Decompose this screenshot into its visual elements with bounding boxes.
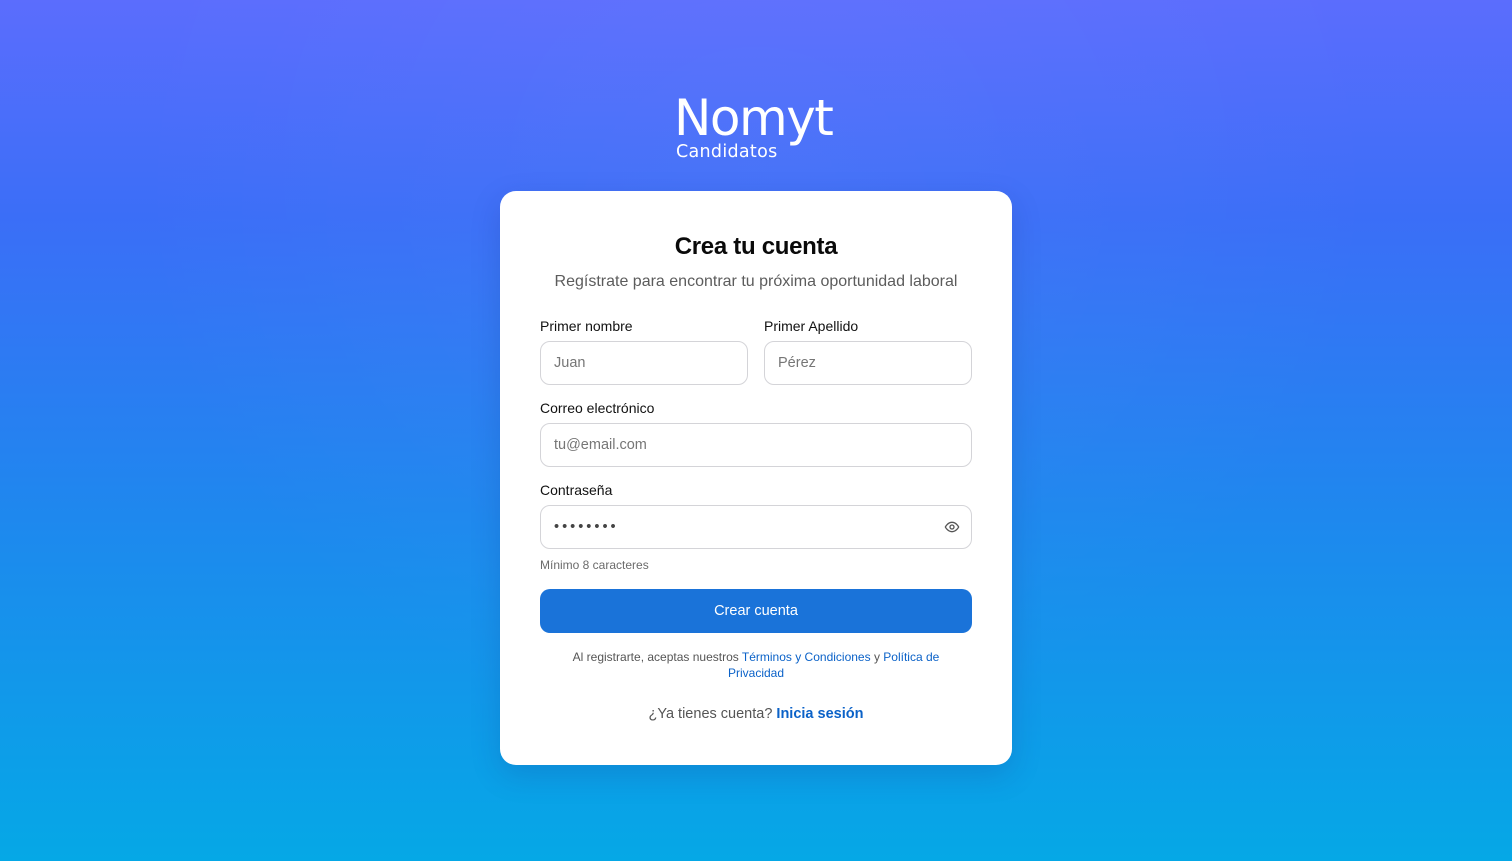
signin-prompt: ¿Ya tienes cuenta? (648, 706, 773, 722)
signup-card: Crea tu cuenta Regístrate para encontrar… (500, 191, 1012, 765)
first-name-input[interactable] (540, 341, 748, 385)
legal-notice: Al registrarte, aceptas nuestros Término… (556, 649, 956, 681)
form-subtitle: Regístrate para encontrar tu próxima opo… (554, 273, 958, 290)
create-account-button[interactable]: Crear cuenta (540, 589, 972, 633)
brand-logo: Nomyt Candidatos (674, 90, 844, 162)
email-label: Correo electrónico (540, 400, 655, 416)
brand-name: Nomyt (674, 89, 834, 147)
eye-icon[interactable] (943, 518, 961, 536)
signin-link[interactable]: Inicia sesión (776, 706, 863, 722)
legal-conjunction: y (873, 650, 880, 664)
legal-prefix: Al registrarte, aceptas nuestros (572, 650, 739, 664)
brand-subtitle: Candidatos (676, 142, 778, 162)
form-title: Crea tu cuenta (674, 233, 838, 260)
last-name-input[interactable] (764, 341, 972, 385)
password-label: Contraseña (540, 482, 613, 498)
password-hint: Mínimo 8 caracteres (540, 558, 649, 572)
first-name-label: Primer nombre (540, 318, 633, 334)
email-input[interactable] (540, 423, 972, 467)
last-name-label: Primer Apellido (764, 318, 859, 334)
signin-prompt-row: ¿Ya tienes cuenta? Inicia sesión (500, 706, 1012, 722)
terms-link[interactable]: Términos y Condiciones (742, 650, 871, 664)
password-input[interactable] (540, 505, 972, 549)
